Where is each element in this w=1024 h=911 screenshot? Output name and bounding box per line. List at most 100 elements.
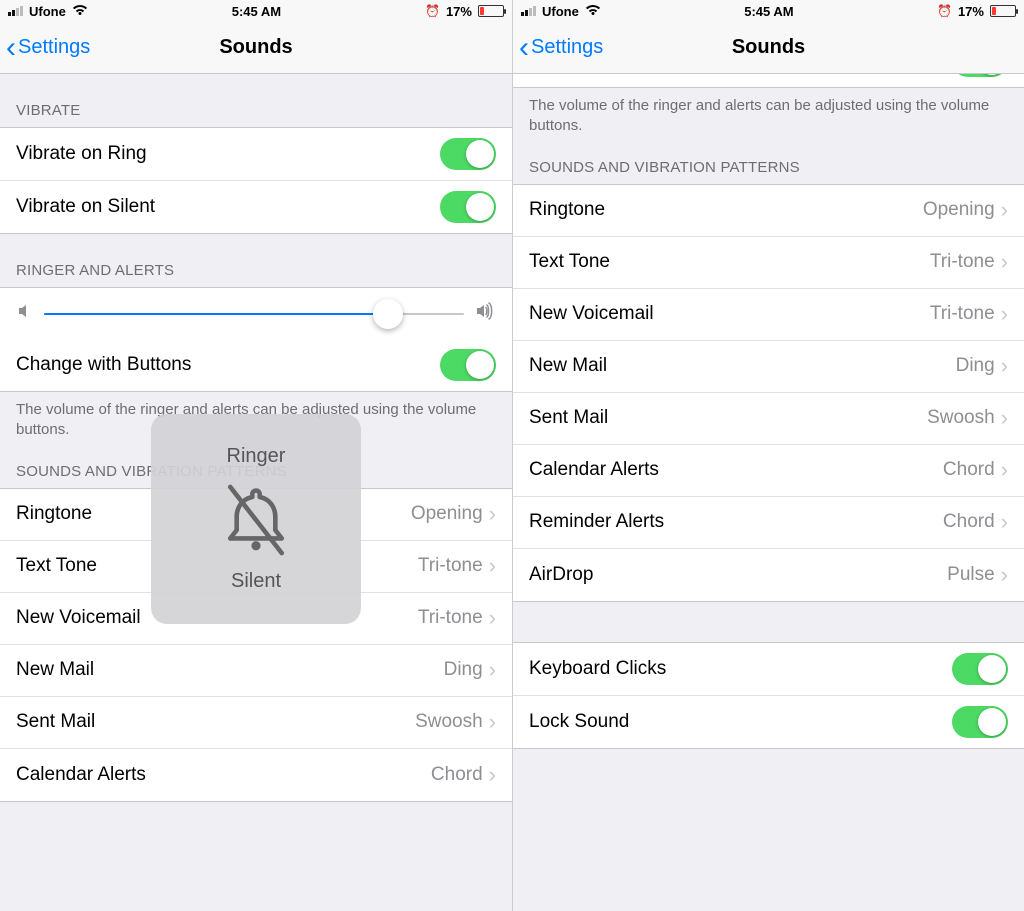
wifi-icon xyxy=(72,4,88,19)
sound-row[interactable]: Calendar AlertsChord› xyxy=(513,445,1024,497)
sound-row[interactable]: Sent MailSwoosh › xyxy=(0,697,512,749)
sound-row[interactable]: New VoicemailTri-tone › xyxy=(513,289,1024,341)
chevron-right-icon: › xyxy=(1001,562,1008,588)
alarm-icon: ⏰ xyxy=(937,4,952,18)
chevron-right-icon: › xyxy=(1001,301,1008,327)
toggle-lock-sound[interactable] xyxy=(952,706,1008,738)
signal-icon xyxy=(521,6,536,16)
bell-silent-icon xyxy=(210,474,302,566)
toggle-change-buttons[interactable] xyxy=(440,349,496,381)
row-vibrate-on-silent[interactable]: Vibrate on Silent xyxy=(0,181,512,233)
row-change-with-buttons[interactable]: Change with Buttons xyxy=(513,74,1024,87)
row-label: Ringtone xyxy=(529,199,923,221)
toggle-change-buttons[interactable] xyxy=(952,74,1008,77)
right-screenshot: Ufone 5:45 AM ⏰ 17% ‹ Settings Sounds Ch… xyxy=(512,0,1024,911)
chevron-right-icon: › xyxy=(489,762,496,788)
row-label: New Mail xyxy=(16,659,444,681)
row-label: Text Tone xyxy=(529,251,930,273)
sound-row[interactable]: RingtoneOpening › xyxy=(513,185,1024,237)
volume-slider[interactable] xyxy=(44,313,464,315)
carrier-label: Ufone xyxy=(29,4,66,19)
row-value: Tri-tone xyxy=(418,555,483,577)
row-label: Calendar Alerts xyxy=(16,764,431,786)
chevron-left-icon: ‹ xyxy=(6,33,16,63)
row-label: Lock Sound xyxy=(529,711,952,733)
sound-row[interactable]: AirDropPulse › xyxy=(513,549,1024,601)
back-label: Settings xyxy=(18,36,90,59)
section-vibrate-header: VIBRATE xyxy=(0,74,512,127)
section-ringer-header: RINGER AND ALERTS xyxy=(0,234,512,287)
row-label: Sent Mail xyxy=(16,711,415,733)
chevron-right-icon: › xyxy=(1001,353,1008,379)
row-label: Vibrate on Ring xyxy=(16,143,440,165)
chevron-right-icon: › xyxy=(489,709,496,735)
row-value: Opening xyxy=(923,199,995,221)
row-value: Opening xyxy=(411,503,483,525)
sound-row[interactable]: New MailDing › xyxy=(0,645,512,697)
row-value: Tri-tone xyxy=(930,251,995,273)
row-value: Chord xyxy=(943,459,995,481)
row-value: Pulse xyxy=(947,564,995,586)
sound-row[interactable]: Text ToneTri-tone › xyxy=(513,237,1024,289)
chevron-right-icon: › xyxy=(1001,197,1008,223)
alarm-icon: ⏰ xyxy=(425,4,440,18)
speaker-low-icon xyxy=(16,302,34,325)
sound-row[interactable]: New MailDing › xyxy=(513,341,1024,393)
toggle-vibrate-ring[interactable] xyxy=(440,138,496,170)
chevron-right-icon: › xyxy=(489,501,496,527)
row-label: Calendar Alerts xyxy=(529,459,943,481)
nav-bar: ‹ Settings Sounds xyxy=(0,22,512,74)
carrier-label: Ufone xyxy=(542,4,579,19)
clock-label: 5:45 AM xyxy=(232,4,281,19)
toggle-keyboard-clicks[interactable] xyxy=(952,653,1008,685)
ringer-volume-slider-row[interactable] xyxy=(0,288,512,339)
row-value: Swoosh xyxy=(927,407,995,429)
row-label: AirDrop xyxy=(529,564,947,586)
chevron-right-icon: › xyxy=(1001,405,1008,431)
hud-title: Ringer xyxy=(227,445,286,468)
left-screenshot: Ufone 5:45 AM ⏰ 17% ‹ Settings Sounds VI… xyxy=(0,0,512,911)
ringer-footer-note: The volume of the ringer and alerts can … xyxy=(513,88,1024,147)
row-vibrate-on-ring[interactable]: Vibrate on Ring xyxy=(0,128,512,181)
speaker-high-icon xyxy=(474,302,496,325)
nav-bar: ‹ Settings Sounds xyxy=(513,22,1024,74)
battery-text: 17% xyxy=(958,4,984,19)
row-value: Chord xyxy=(431,764,483,786)
back-label: Settings xyxy=(531,36,603,59)
sound-row[interactable]: Calendar AlertsChord › xyxy=(0,749,512,801)
wifi-icon xyxy=(585,4,601,19)
row-label: Sent Mail xyxy=(529,407,927,429)
row-change-with-buttons[interactable]: Change with Buttons xyxy=(0,339,512,391)
battery-icon xyxy=(990,5,1016,17)
row-value: Tri-tone xyxy=(418,607,483,629)
row-value: Ding xyxy=(956,355,995,377)
chevron-right-icon: › xyxy=(1001,509,1008,535)
toggle-vibrate-silent[interactable] xyxy=(440,191,496,223)
row-value: Swoosh xyxy=(415,711,483,733)
row-value: Tri-tone xyxy=(930,303,995,325)
sound-row[interactable]: Reminder AlertsChord› xyxy=(513,497,1024,549)
row-label: New Mail xyxy=(529,355,956,377)
chevron-right-icon: › xyxy=(1001,249,1008,275)
chevron-right-icon: › xyxy=(489,657,496,683)
page-title: Sounds xyxy=(732,36,805,59)
chevron-left-icon: ‹ xyxy=(519,33,529,63)
row-label: Vibrate on Silent xyxy=(16,196,440,218)
row-value: Ding xyxy=(444,659,483,681)
row-value: Chord xyxy=(943,511,995,533)
back-button[interactable]: ‹ Settings xyxy=(6,22,90,73)
status-bar: Ufone 5:45 AM ⏰ 17% xyxy=(0,0,512,22)
ringer-silent-hud: Ringer Silent xyxy=(151,414,361,624)
chevron-right-icon: › xyxy=(489,605,496,631)
row-label: Change with Buttons xyxy=(16,354,440,376)
status-bar: Ufone 5:45 AM ⏰ 17% xyxy=(513,0,1024,22)
sound-row[interactable]: Sent MailSwoosh › xyxy=(513,393,1024,445)
row-lock-sound[interactable]: Lock Sound xyxy=(513,696,1024,748)
back-button[interactable]: ‹ Settings xyxy=(519,22,603,73)
row-label: New Voicemail xyxy=(529,303,930,325)
battery-text: 17% xyxy=(446,4,472,19)
chevron-right-icon: › xyxy=(489,553,496,579)
battery-icon xyxy=(478,5,504,17)
hud-subtitle: Silent xyxy=(231,570,281,593)
row-keyboard-clicks[interactable]: Keyboard Clicks xyxy=(513,643,1024,696)
